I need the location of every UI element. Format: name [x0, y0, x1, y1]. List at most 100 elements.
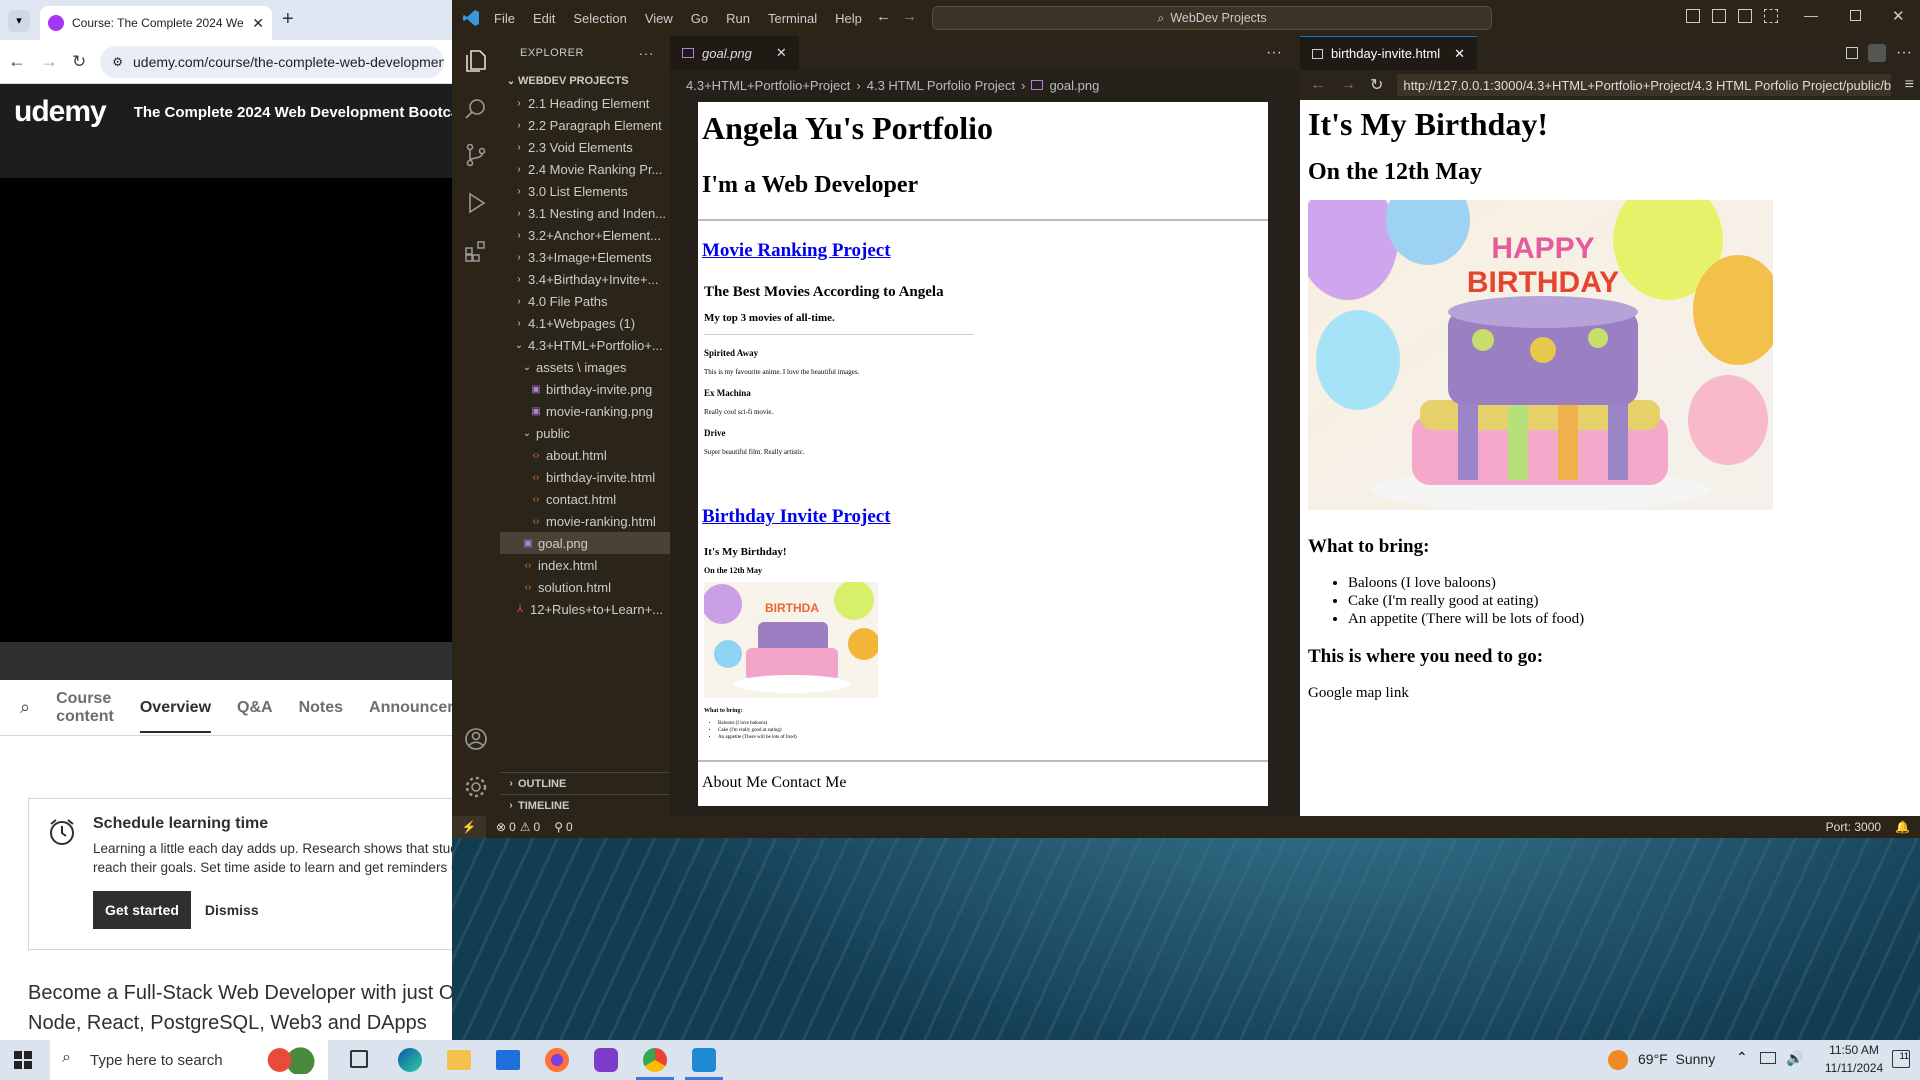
tree-item[interactable]: ‹› about.html: [500, 444, 670, 466]
error-icon[interactable]: ⊗: [496, 820, 506, 834]
search-icon[interactable]: ⌕: [20, 697, 30, 718]
tab-list-button[interactable]: ▾: [8, 10, 30, 32]
get-started-button[interactable]: Get started: [93, 891, 191, 929]
extensions-icon[interactable]: [463, 238, 489, 264]
tab-overview[interactable]: Overview: [139, 699, 212, 733]
site-info-icon[interactable]: ⚙: [112, 55, 123, 69]
menu-go[interactable]: Go: [691, 11, 708, 26]
close-tab-icon[interactable]: ✕: [1454, 46, 1465, 62]
tree-item[interactable]: ‹› movie-ranking.html: [500, 510, 670, 532]
tree-item[interactable]: › 2.3 Void Elements: [500, 136, 670, 158]
tab-notes[interactable]: Notes: [299, 699, 343, 717]
close-tab-icon[interactable]: ✕: [244, 15, 272, 32]
menu-terminal[interactable]: Terminal: [768, 11, 817, 26]
preview-reload-icon[interactable]: ↻: [1370, 75, 1383, 95]
weather-text[interactable]: 69°F Sunny: [1638, 1051, 1715, 1067]
toggle-panel-icon[interactable]: [1712, 9, 1726, 23]
firefox-icon[interactable]: [545, 1048, 569, 1072]
forward-icon[interactable]: →: [40, 51, 58, 72]
taskbar-search[interactable]: ⌕ Type here to search: [50, 1040, 328, 1080]
network-icon[interactable]: [1760, 1052, 1776, 1064]
workspace-root[interactable]: ⌄ WEBDEV PROJECTS: [500, 70, 670, 92]
udemy-logo[interactable]: udemy: [14, 95, 107, 129]
breadcrumb-item[interactable]: goal.png: [1049, 78, 1099, 93]
timeline-section[interactable]: › TIMELINE: [500, 794, 670, 816]
outline-section[interactable]: › OUTLINE: [500, 772, 670, 794]
tree-item[interactable]: › 3.4+Birthday+Invite+...: [500, 268, 670, 290]
volume-icon[interactable]: 🔊: [1786, 1050, 1803, 1067]
tree-item[interactable]: › 2.1 Heading Element: [500, 92, 670, 114]
split-editor-icon[interactable]: [1846, 47, 1859, 59]
editor-tab-birthday-invite[interactable]: birthday-invite.html ✕: [1300, 36, 1478, 70]
menu-selection[interactable]: Selection: [573, 11, 626, 26]
tree-item[interactable]: › 2.4 Movie Ranking Pr...: [500, 158, 670, 180]
nav-forward-icon[interactable]: →: [902, 8, 917, 25]
task-view-icon[interactable]: [350, 1050, 368, 1068]
preview-url-field[interactable]: http://127.0.0.1:3000/4.3+HTML+Portfolio…: [1397, 74, 1891, 96]
tree-item[interactable]: › 3.2+Anchor+Element...: [500, 224, 670, 246]
tree-item[interactable]: › 3.0 List Elements: [500, 180, 670, 202]
chrome-tab-udemy[interactable]: Course: The Complete 2024 Web Developmen…: [40, 6, 272, 40]
settings-gear-icon[interactable]: [463, 774, 489, 800]
close-tab-icon[interactable]: ✕: [776, 45, 787, 61]
breadcrumb-item[interactable]: 4.3 HTML Porfolio Project: [867, 78, 1015, 93]
tree-item[interactable]: ⌄ public: [500, 422, 670, 444]
mail-icon[interactable]: [496, 1050, 520, 1070]
accounts-icon[interactable]: [463, 726, 489, 752]
search-icon[interactable]: [463, 96, 489, 122]
explorer-icon[interactable]: [463, 48, 489, 74]
dismiss-button[interactable]: Dismiss: [205, 902, 259, 918]
app-icon[interactable]: [594, 1048, 618, 1072]
more-actions-icon[interactable]: ···: [1896, 44, 1912, 62]
back-icon[interactable]: ←: [8, 51, 26, 72]
command-center[interactable]: ⌕ WebDev Projects: [932, 6, 1492, 30]
preview-forward-icon[interactable]: →: [1340, 76, 1356, 94]
chevron-up-icon[interactable]: ⌃: [1736, 1049, 1748, 1066]
tree-item[interactable]: ▣ birthday-invite.png: [500, 378, 670, 400]
tree-item[interactable]: › 3.3+Image+Elements: [500, 246, 670, 268]
toggle-secondary-sidebar-icon[interactable]: [1738, 9, 1752, 23]
menu-file[interactable]: File: [494, 11, 515, 26]
tree-item[interactable]: ‹› contact.html: [500, 488, 670, 510]
edge-browser-icon[interactable]: [398, 1048, 422, 1072]
customize-layout-icon[interactable]: [1764, 9, 1778, 23]
more-actions-icon[interactable]: ···: [1266, 44, 1282, 62]
new-tab-icon[interactable]: +: [282, 8, 294, 31]
source-control-icon[interactable]: [463, 142, 489, 168]
run-debug-icon[interactable]: [463, 190, 489, 216]
tree-item[interactable]: ⌄ assets \ images: [500, 356, 670, 378]
tree-item[interactable]: ▣ movie-ranking.png: [500, 400, 670, 422]
breadcrumb-item[interactable]: 4.3+HTML+Portfolio+Project: [686, 78, 850, 93]
tree-item[interactable]: ⌄ 4.3+HTML+Portfolio+...: [500, 334, 670, 356]
chrome-icon[interactable]: [643, 1048, 667, 1072]
more-actions-icon[interactable]: ···: [639, 45, 655, 61]
tree-item[interactable]: › 4.0 File Paths: [500, 290, 670, 312]
video-player[interactable]: [0, 140, 452, 680]
tree-item[interactable]: ‹› birthday-invite.html: [500, 466, 670, 488]
file-explorer-icon[interactable]: [447, 1050, 471, 1070]
menu-edit[interactable]: Edit: [533, 11, 555, 26]
toggle-sidebar-icon[interactable]: [1686, 9, 1700, 23]
live-server-port[interactable]: Port: 3000: [1826, 820, 1881, 834]
tree-item[interactable]: ▣ goal.png: [500, 532, 670, 554]
notifications-bell-icon[interactable]: 🔔: [1895, 820, 1910, 834]
vscode-taskbar-icon[interactable]: [692, 1048, 716, 1072]
chrome-address-bar[interactable]: ⚙ udemy.com/course/the-complete-web-deve…: [100, 45, 444, 78]
menu-run[interactable]: Run: [726, 11, 750, 26]
lock-icon[interactable]: [1868, 44, 1887, 62]
video-controls-bar[interactable]: [0, 642, 452, 680]
close-window-icon[interactable]: ✕: [1892, 7, 1905, 25]
menu-help[interactable]: Help: [835, 11, 862, 26]
notification-center-icon[interactable]: 11: [1892, 1050, 1910, 1068]
warning-icon[interactable]: ⚠: [520, 820, 531, 834]
tree-item[interactable]: › 4.1+Webpages (1): [500, 312, 670, 334]
remote-indicator-icon[interactable]: ⚡: [452, 816, 486, 838]
preview-back-icon[interactable]: ←: [1310, 76, 1326, 94]
tab-qa[interactable]: Q&A: [237, 699, 273, 717]
reload-icon[interactable]: ↻: [72, 52, 86, 72]
minimize-icon[interactable]: —: [1804, 7, 1818, 23]
windows-start-icon[interactable]: [14, 1051, 32, 1069]
tree-item[interactable]: › 2.2 Paragraph Element: [500, 114, 670, 136]
clock-date[interactable]: 11/11/2024: [1818, 1061, 1890, 1075]
clock-time[interactable]: 11:50 AM: [1818, 1043, 1890, 1057]
